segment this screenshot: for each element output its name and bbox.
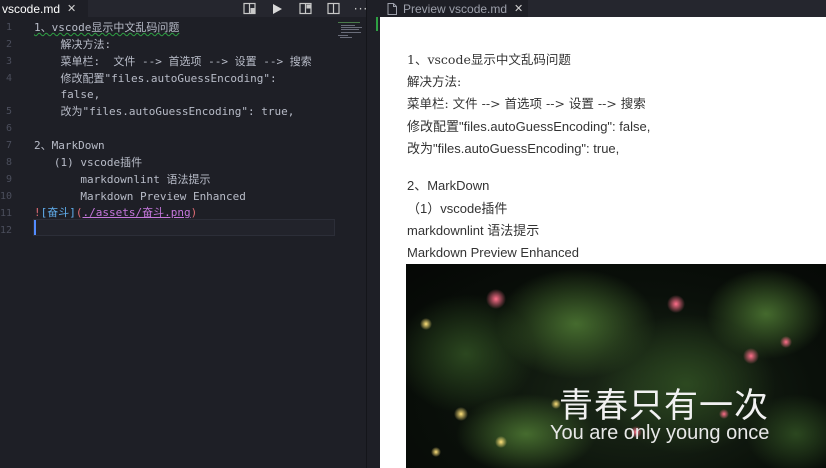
line-number: 2: [5, 39, 12, 50]
open-preview-icon[interactable]: [242, 2, 256, 16]
preview-text: markdownlint 语法提示: [407, 223, 540, 238]
image-title-text: 青春只有一次: [559, 386, 769, 426]
current-line-highlight: [33, 219, 335, 236]
editor-group: vscode.md ✕ ··· 1 2 3 4 5 6 7 8 9 10 11 …: [0, 0, 367, 468]
line-number: 4: [5, 73, 12, 84]
code-line: Markdown Preview Enhanced: [34, 190, 246, 203]
md-paren-close: ): [190, 206, 198, 219]
code-line: 菜单栏: 文件 --> 首选项 --> 设置 --> 搜索: [34, 55, 312, 68]
code-line: 改为"files.autoGuessEncoding": true,: [34, 105, 295, 118]
tab-preview-vscode-md[interactable]: Preview vscode.md ✕: [378, 0, 528, 17]
code-area[interactable]: 1 2 3 4 5 6 7 8 9 10 11 12 1、vscode显示中文乱…: [0, 19, 366, 468]
document-icon: [387, 2, 397, 15]
line-number: 5: [5, 106, 12, 117]
line-number: 11: [0, 208, 13, 219]
code-line: 1、vscode显示中文乱码问题: [34, 21, 180, 34]
md-image-link[interactable]: ./assets/奋斗.png: [83, 206, 191, 219]
split-editor-icon[interactable]: [326, 2, 340, 16]
line-number: 10: [0, 191, 13, 202]
preview-text: 修改配置"files.autoGuessEncoding": false,: [407, 119, 651, 134]
code-line: 2、MarkDown: [34, 139, 105, 152]
git-change-marker: [376, 17, 378, 31]
markdown-preview[interactable]: 1、vscode显示中文乱码问题 解决方法: 菜单栏: 文件 --> 首选项 -…: [380, 17, 826, 468]
close-icon[interactable]: ✕: [514, 2, 523, 15]
image-subtitle-text: You are only young once: [550, 422, 770, 444]
preview-text: 改为"files.autoGuessEncoding": true,: [407, 141, 620, 156]
preview-tab-bar: Preview vscode.md ✕: [378, 0, 826, 17]
tab-label: vscode.md: [2, 1, 61, 16]
preview-heading-1: 1、vscode显示中文乱码问题: [407, 52, 571, 67]
close-icon[interactable]: ✕: [67, 2, 76, 15]
preview-text: （1）vscode插件: [407, 201, 508, 216]
preview-text: Markdown Preview Enhanced: [407, 245, 579, 260]
md-image-bang: !: [34, 206, 41, 219]
md-paren-open: (: [75, 206, 83, 219]
preview-image: 青春只有一次 You are only young once: [406, 264, 826, 468]
line-number: 9: [5, 174, 12, 185]
code-line: false,: [34, 88, 101, 101]
line-number: 6: [5, 123, 12, 134]
preview-heading-2: 2、MarkDown: [407, 178, 490, 193]
editor-actions: ···: [242, 0, 382, 17]
code-line: markdownlint 语法提示: [34, 173, 211, 186]
preview-text: 菜单栏: 文件 --> 首选项 --> 设置 --> 搜索: [407, 96, 646, 111]
split-preview-icon[interactable]: [298, 2, 312, 16]
line-number: 7: [5, 140, 12, 151]
code-line: 解决方法:: [34, 38, 112, 51]
line-number: 1: [5, 22, 12, 33]
minimap[interactable]: [338, 22, 362, 38]
tab-vscode-md[interactable]: vscode.md ✕: [0, 0, 88, 17]
run-icon[interactable]: [270, 2, 284, 16]
scrollbar-track[interactable]: [367, 0, 377, 468]
text-cursor: [34, 220, 36, 235]
tab-label: Preview vscode.md: [403, 1, 508, 16]
preview-text: 解决方法:: [407, 74, 462, 89]
code-line: 修改配置"files.autoGuessEncoding":: [34, 72, 277, 85]
md-image-alt: [奋斗]: [40, 206, 76, 219]
code-line: (1) vscode插件: [34, 156, 143, 169]
line-number: 12: [0, 225, 13, 236]
editor-tab-bar: vscode.md ✕ ···: [0, 0, 367, 17]
code-line-image-link: ![奋斗](./assets/奋斗.png): [34, 204, 197, 221]
line-number: 3: [5, 56, 12, 67]
line-number: 8: [5, 157, 12, 168]
